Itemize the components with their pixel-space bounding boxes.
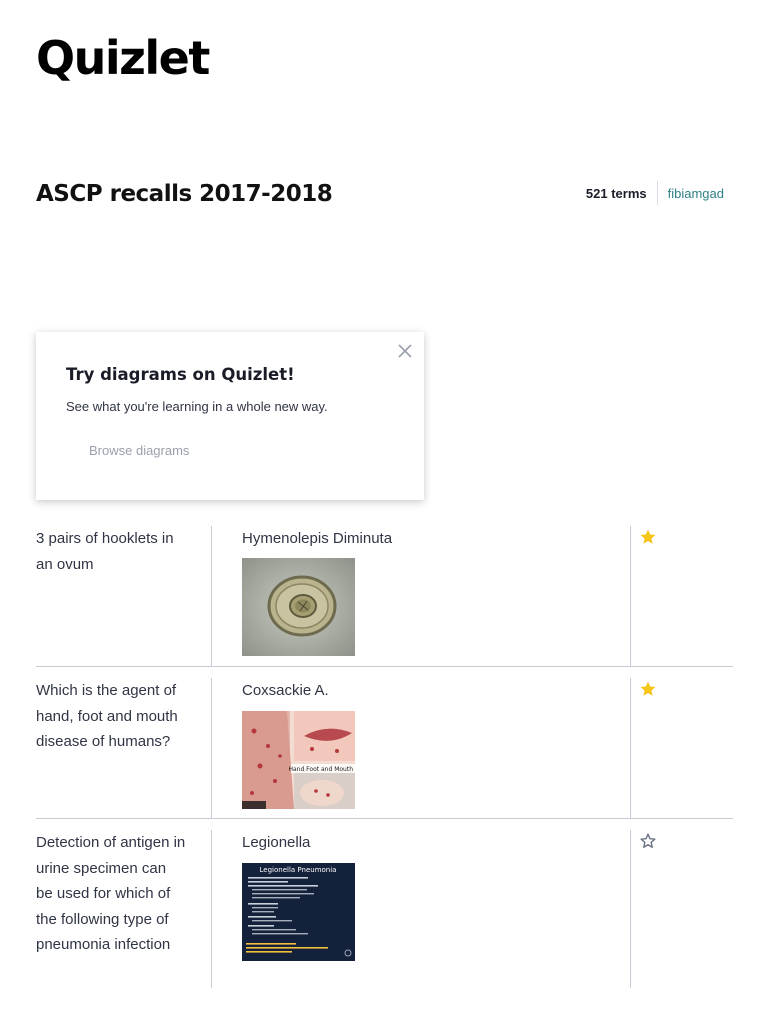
image-caption: Legionella Pneumonia: [260, 866, 337, 874]
term-row: Which is the agent of hand, foot and mou…: [36, 678, 733, 818]
term-text: 3 pairs of hooklets in an ovum: [36, 530, 174, 573]
promo-title: Try diagrams on Quizlet!: [66, 365, 295, 384]
column-divider: [630, 526, 631, 666]
diagrams-promo-card: Try diagrams on Quizlet! See what you're…: [36, 332, 424, 500]
column-divider: [211, 678, 212, 818]
definition-text: Hymenolepis Diminuta: [242, 530, 393, 547]
set-title: ASCP recalls 2017-2018: [36, 181, 333, 207]
browse-diagrams-link[interactable]: Browse diagrams: [89, 443, 189, 458]
definition-text: Legionella: [242, 834, 311, 851]
legionella-slide-image: Legionella Pneumonia: [242, 863, 355, 961]
definition-text: Coxsackie A.: [242, 682, 329, 699]
term-count: 521 terms: [585, 185, 647, 201]
term-text: Which is the agent of hand, foot and mou…: [36, 682, 178, 750]
column-divider: [630, 678, 631, 818]
hand-foot-mouth-image: Hand Foot and Mouth: [242, 711, 355, 809]
quizlet-logo[interactable]: Quizlet: [36, 30, 210, 86]
close-icon[interactable]: [396, 342, 414, 360]
column-divider: [211, 830, 212, 988]
ovum-micrograph-image: [242, 558, 355, 656]
image-caption: Hand Foot and Mouth: [288, 766, 353, 773]
term-text: Detection of antigen in urine specimen c…: [36, 834, 186, 953]
star-outline-icon[interactable]: [639, 832, 657, 850]
column-divider: [630, 830, 631, 988]
star-filled-icon[interactable]: [639, 528, 657, 546]
term-row: Detection of antigen in urine specimen c…: [36, 830, 733, 990]
column-divider: [211, 526, 212, 666]
author-link[interactable]: fibiamgad: [658, 186, 724, 201]
row-divider: [36, 818, 733, 819]
row-divider: [36, 666, 733, 667]
star-filled-icon[interactable]: [639, 680, 657, 698]
promo-text: See what you're learning in a whole new …: [66, 399, 328, 414]
term-row: 3 pairs of hooklets in an ovum Hymenolep…: [36, 526, 733, 666]
set-meta: 521 terms fibiamgad: [586, 180, 724, 206]
